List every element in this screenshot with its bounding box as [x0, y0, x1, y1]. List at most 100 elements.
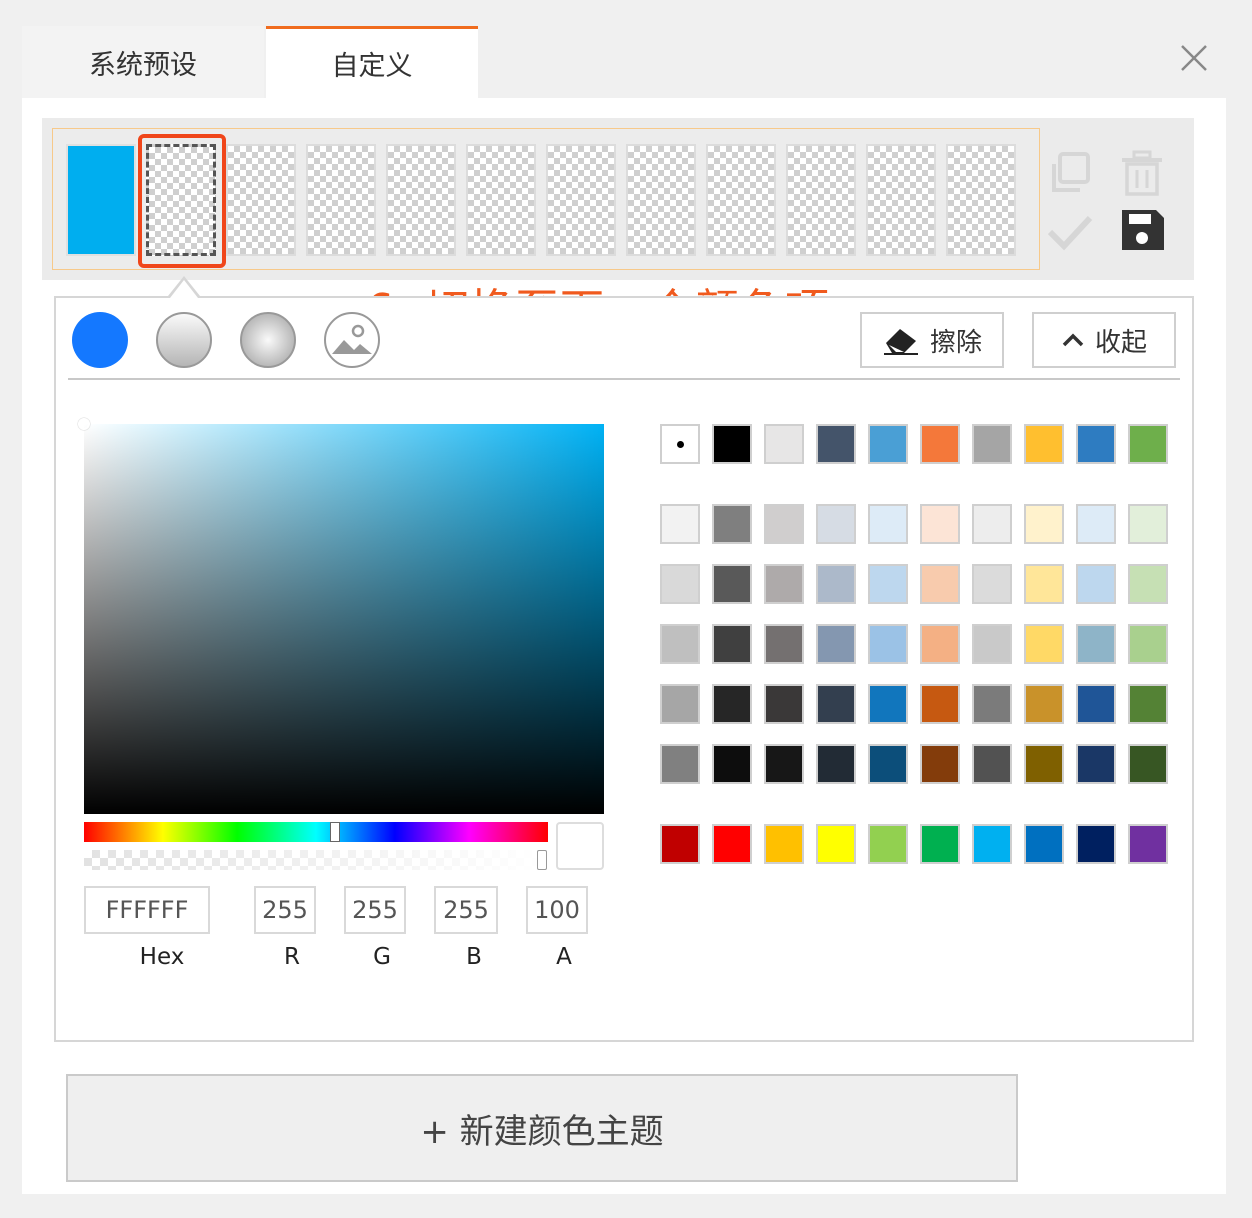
- palette-color[interactable]: [1076, 564, 1116, 604]
- check-icon[interactable]: [1046, 208, 1094, 256]
- palette-color[interactable]: [920, 684, 960, 724]
- palette-color[interactable]: [660, 424, 700, 464]
- palette-color[interactable]: [1076, 824, 1116, 864]
- palette-color[interactable]: [660, 684, 700, 724]
- palette-color[interactable]: [1128, 564, 1168, 604]
- palette-color[interactable]: [712, 564, 752, 604]
- palette-color[interactable]: [816, 424, 856, 464]
- alpha-slider[interactable]: [84, 850, 548, 870]
- color-swatch[interactable]: [466, 144, 536, 256]
- palette-color[interactable]: [764, 744, 804, 784]
- palette-color[interactable]: [660, 504, 700, 544]
- palette-color[interactable]: [868, 824, 908, 864]
- palette-color[interactable]: [920, 624, 960, 664]
- alpha-input[interactable]: 100: [526, 886, 588, 934]
- palette-color[interactable]: [712, 424, 752, 464]
- color-swatch[interactable]: [946, 144, 1016, 256]
- palette-color[interactable]: [764, 564, 804, 604]
- color-swatch[interactable]: [226, 144, 296, 256]
- palette-color[interactable]: [868, 684, 908, 724]
- palette-color[interactable]: [816, 744, 856, 784]
- radial-gradient-mode[interactable]: [240, 312, 296, 368]
- palette-color[interactable]: [972, 504, 1012, 544]
- palette-color[interactable]: [1076, 684, 1116, 724]
- palette-color[interactable]: [816, 504, 856, 544]
- palette-color[interactable]: [972, 624, 1012, 664]
- palette-color[interactable]: [1076, 744, 1116, 784]
- hue-slider-handle[interactable]: [330, 822, 340, 842]
- saturation-value-field[interactable]: [84, 424, 604, 814]
- palette-color[interactable]: [1024, 424, 1064, 464]
- palette-color[interactable]: [972, 564, 1012, 604]
- palette-color[interactable]: [816, 824, 856, 864]
- tab-custom[interactable]: 自定义: [266, 26, 478, 98]
- palette-color[interactable]: [868, 744, 908, 784]
- trash-icon[interactable]: [1118, 150, 1166, 198]
- erase-button[interactable]: 擦除: [860, 312, 1004, 368]
- palette-color[interactable]: [972, 744, 1012, 784]
- palette-color[interactable]: [764, 824, 804, 864]
- palette-color[interactable]: [1076, 624, 1116, 664]
- palette-color[interactable]: [1128, 424, 1168, 464]
- palette-color[interactable]: [712, 504, 752, 544]
- green-input[interactable]: 255: [344, 886, 406, 934]
- palette-color[interactable]: [1024, 744, 1064, 784]
- palette-color[interactable]: [1076, 424, 1116, 464]
- palette-color[interactable]: [1024, 824, 1064, 864]
- close-icon[interactable]: [1176, 40, 1212, 76]
- palette-color[interactable]: [920, 424, 960, 464]
- new-color-theme-button[interactable]: + 新建颜色主题: [66, 1074, 1018, 1182]
- palette-color[interactable]: [1128, 504, 1168, 544]
- palette-color[interactable]: [816, 624, 856, 664]
- palette-color[interactable]: [920, 744, 960, 784]
- palette-color[interactable]: [972, 824, 1012, 864]
- palette-color[interactable]: [920, 504, 960, 544]
- tab-system-preset[interactable]: 系统预设: [22, 26, 264, 98]
- palette-color[interactable]: [972, 424, 1012, 464]
- color-swatch[interactable]: [866, 144, 936, 256]
- palette-color[interactable]: [1076, 504, 1116, 544]
- palette-color[interactable]: [764, 624, 804, 664]
- palette-color[interactable]: [1128, 624, 1168, 664]
- color-swatch[interactable]: [66, 144, 136, 256]
- collapse-button[interactable]: 收起: [1032, 312, 1176, 368]
- palette-color[interactable]: [712, 824, 752, 864]
- alpha-slider-handle[interactable]: [537, 850, 547, 870]
- palette-color[interactable]: [764, 424, 804, 464]
- hue-slider[interactable]: [84, 822, 548, 842]
- palette-color[interactable]: [712, 684, 752, 724]
- palette-color[interactable]: [972, 684, 1012, 724]
- palette-color[interactable]: [764, 504, 804, 544]
- save-icon[interactable]: [1118, 206, 1166, 254]
- palette-color[interactable]: [1024, 684, 1064, 724]
- blue-input[interactable]: 255: [434, 886, 498, 934]
- color-swatch[interactable]: [386, 144, 456, 256]
- palette-color[interactable]: [712, 744, 752, 784]
- palette-color[interactable]: [660, 624, 700, 664]
- palette-color[interactable]: [1024, 624, 1064, 664]
- palette-color[interactable]: [868, 564, 908, 604]
- palette-color[interactable]: [764, 684, 804, 724]
- color-swatch[interactable]: [786, 144, 856, 256]
- palette-color[interactable]: [660, 824, 700, 864]
- palette-color[interactable]: [868, 424, 908, 464]
- palette-color[interactable]: [816, 684, 856, 724]
- palette-color[interactable]: [1128, 824, 1168, 864]
- palette-color[interactable]: [868, 504, 908, 544]
- hex-input[interactable]: FFFFFF: [84, 886, 210, 934]
- palette-color[interactable]: [816, 564, 856, 604]
- color-swatch[interactable]: [546, 144, 616, 256]
- palette-color[interactable]: [920, 564, 960, 604]
- palette-color[interactable]: [660, 564, 700, 604]
- red-input[interactable]: 255: [254, 886, 316, 934]
- solid-fill-mode[interactable]: [72, 312, 128, 368]
- linear-gradient-mode[interactable]: [156, 312, 212, 368]
- color-swatch[interactable]: [306, 144, 376, 256]
- palette-color[interactable]: [1024, 564, 1064, 604]
- color-swatch[interactable]: [626, 144, 696, 256]
- palette-color[interactable]: [660, 744, 700, 784]
- palette-color[interactable]: [1128, 744, 1168, 784]
- palette-color[interactable]: [712, 624, 752, 664]
- copy-icon[interactable]: [1046, 150, 1094, 198]
- image-fill-mode[interactable]: [324, 312, 380, 368]
